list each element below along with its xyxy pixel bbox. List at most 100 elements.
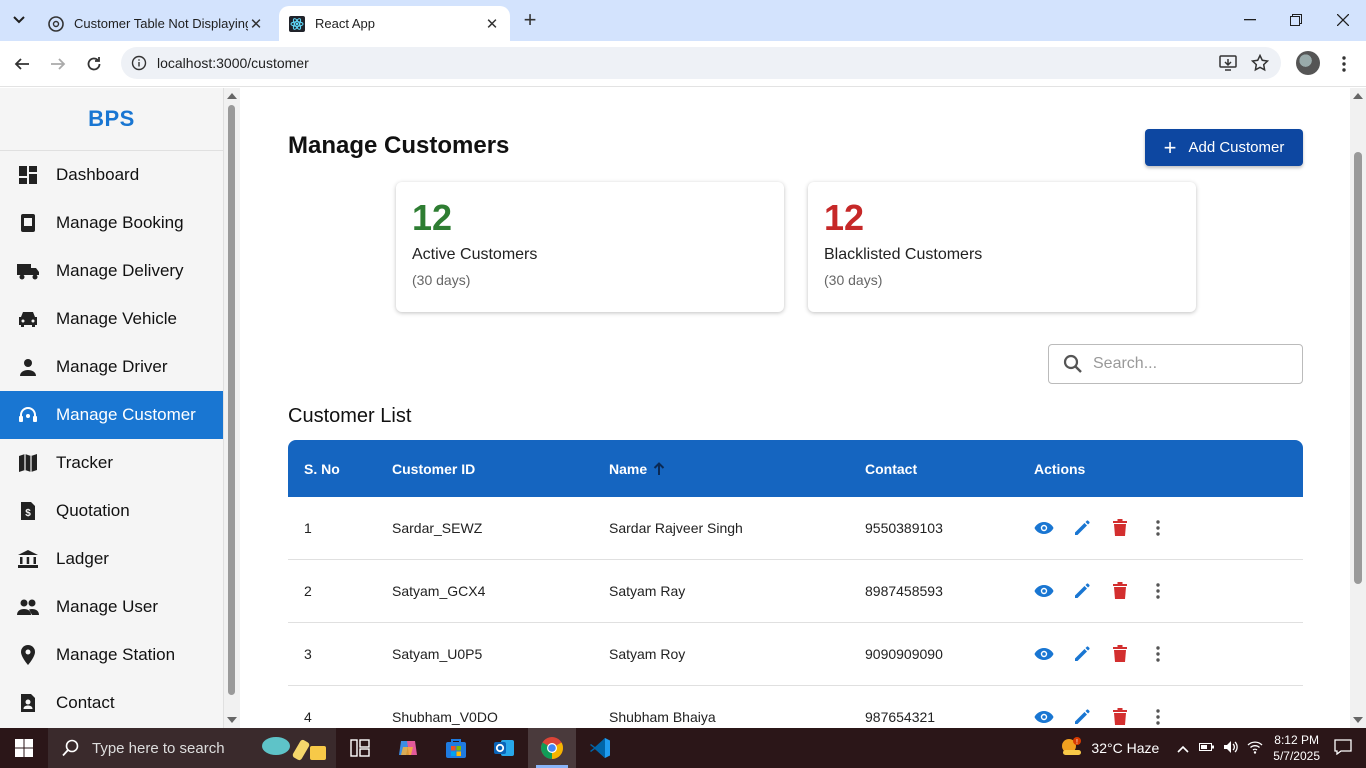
chrome-icon[interactable] <box>528 728 576 768</box>
delete-icon[interactable] <box>1110 707 1130 727</box>
url-text[interactable]: localhost:3000/customer <box>157 55 309 71</box>
browser-tab-inactive[interactable]: Customer Table Not Displaying ✕ <box>38 6 274 41</box>
outlook-icon[interactable] <box>480 728 528 768</box>
close-tab-icon[interactable]: ✕ <box>248 16 264 33</box>
volume-icon[interactable] <box>1223 740 1239 757</box>
sidebar-item-manage-station[interactable]: Manage Station <box>0 631 223 679</box>
view-icon[interactable] <box>1034 707 1054 727</box>
weather-text[interactable]: 32°C Haze <box>1091 740 1159 756</box>
delete-icon[interactable] <box>1110 644 1130 664</box>
close-window-icon[interactable] <box>1331 8 1355 32</box>
reload-button[interactable] <box>81 51 107 77</box>
active-customers-label: Active Customers <box>412 246 538 263</box>
table-header: S. No Customer ID Name Contact Actions <box>288 440 1303 497</box>
notifications-icon[interactable] <box>1334 738 1352 758</box>
sidebar-scrollbar[interactable] <box>224 88 240 728</box>
more-options-icon[interactable] <box>1148 707 1168 727</box>
arrow-left-icon <box>14 58 29 70</box>
sidebar-item-dashboard[interactable]: Dashboard <box>0 151 223 199</box>
edit-icon[interactable] <box>1072 707 1092 727</box>
sidebar-item-label: Manage Delivery <box>56 261 184 280</box>
scroll-up-icon[interactable] <box>1353 93 1363 99</box>
view-icon[interactable] <box>1034 518 1054 538</box>
plus-icon: + <box>1163 134 1177 160</box>
scroll-down-icon[interactable] <box>1353 717 1363 723</box>
forward-button[interactable] <box>45 51 71 77</box>
brand-logo[interactable]: BPS <box>0 88 223 151</box>
browser-tab-active[interactable]: React App ✕ <box>279 6 510 41</box>
taskbar-search-placeholder: Type here to search <box>92 739 225 757</box>
profile-avatar[interactable] <box>1296 51 1320 75</box>
more-options-icon[interactable] <box>1148 518 1168 538</box>
header-name-label: Name <box>609 460 648 477</box>
blacklisted-customers-label: Blacklisted Customers <box>824 246 983 263</box>
delete-icon[interactable] <box>1110 518 1130 538</box>
header-customer-id[interactable]: Customer ID <box>392 461 609 477</box>
sidebar-item-manage-driver[interactable]: Manage Driver <box>0 343 223 391</box>
scrollbar-thumb[interactable] <box>1354 152 1362 584</box>
scroll-up-icon[interactable] <box>227 93 237 99</box>
sidebar-item-manage-booking[interactable]: Manage Booking <box>0 199 223 247</box>
microsoft-store-icon[interactable] <box>432 728 480 768</box>
header-sno[interactable]: S. No <box>288 461 392 477</box>
sidebar-item-manage-vehicle[interactable]: Manage Vehicle <box>0 295 223 343</box>
edit-icon[interactable] <box>1072 518 1092 538</box>
edit-icon[interactable] <box>1072 644 1092 664</box>
blacklisted-customers-card: 12 Blacklisted Customers (30 days) <box>808 182 1196 312</box>
view-icon[interactable] <box>1034 644 1054 664</box>
cell-sno: 1 <box>304 520 312 536</box>
close-tab-icon[interactable]: ✕ <box>484 16 500 33</box>
sidebar-item-ladger[interactable]: Ladger <box>0 535 223 583</box>
system-tray: ! 32°C Haze 8:12 PM 5/7/2025 <box>1059 728 1366 768</box>
sidebar-item-label: Manage Station <box>56 645 176 664</box>
cell-contact: 9550389103 <box>865 520 943 536</box>
view-icon[interactable] <box>1034 581 1054 601</box>
restore-icon[interactable] <box>1284 8 1308 32</box>
cell-contact: 9090909090 <box>865 646 943 662</box>
task-view-icon[interactable] <box>336 728 384 768</box>
sidebar-item-tracker[interactable]: Tracker <box>0 439 223 487</box>
start-button[interactable] <box>0 728 48 768</box>
cell-name: Sardar Rajveer Singh <box>609 520 743 536</box>
scrollbar-thumb[interactable] <box>228 105 235 695</box>
tab-search-button[interactable] <box>6 8 32 32</box>
weather-icon[interactable]: ! <box>1059 736 1083 761</box>
more-options-icon[interactable] <box>1148 644 1168 664</box>
browser-menu-icon[interactable] <box>1334 51 1354 77</box>
add-customer-label: Add Customer <box>1188 139 1285 156</box>
battery-icon[interactable] <box>1199 740 1215 756</box>
taskbar-search-box[interactable]: Type here to search <box>48 728 336 768</box>
address-bar[interactable]: localhost:3000/customer <box>121 47 1281 79</box>
scroll-down-icon[interactable] <box>227 717 237 723</box>
wifi-icon[interactable] <box>1247 740 1263 757</box>
header-actions: Actions <box>1034 460 1086 477</box>
sidebar-item-contact[interactable]: Contact <box>0 679 223 727</box>
search-field[interactable] <box>1048 344 1303 384</box>
delete-icon[interactable] <box>1110 581 1130 601</box>
map-icon <box>16 451 40 475</box>
sort-arrow-up-icon[interactable] <box>653 461 665 476</box>
back-button[interactable] <box>9 51 35 77</box>
cell-customer-id: Satyam_U0P5 <box>392 646 483 662</box>
more-options-icon[interactable] <box>1148 581 1168 601</box>
vscode-icon[interactable] <box>576 728 624 768</box>
copilot-icon[interactable] <box>384 728 432 768</box>
add-customer-button[interactable]: + Add Customer <box>1145 129 1303 166</box>
install-app-icon[interactable] <box>1219 54 1237 77</box>
sidebar-item-manage-delivery[interactable]: Manage Delivery <box>0 247 223 295</box>
bookmark-star-icon[interactable] <box>1250 53 1270 77</box>
search-input[interactable] <box>1093 355 1283 373</box>
header-contact[interactable]: Contact <box>865 461 1034 477</box>
chevron-up-icon[interactable] <box>1177 740 1189 756</box>
sidebar-item-manage-user[interactable]: Manage User <box>0 583 223 631</box>
main-scrollbar[interactable] <box>1350 88 1366 728</box>
sidebar-item-manage-customer[interactable]: Manage Customer <box>0 391 223 439</box>
new-tab-button[interactable]: + <box>518 9 542 33</box>
sidebar-item-quotation[interactable]: $ Quotation <box>0 487 223 535</box>
reload-icon <box>87 57 101 71</box>
system-clock[interactable]: 8:12 PM 5/7/2025 <box>1273 732 1320 764</box>
edit-icon[interactable] <box>1072 581 1092 601</box>
minimize-icon[interactable] <box>1238 8 1262 32</box>
header-name[interactable]: Name <box>609 461 865 477</box>
site-info-icon[interactable] <box>131 55 147 71</box>
